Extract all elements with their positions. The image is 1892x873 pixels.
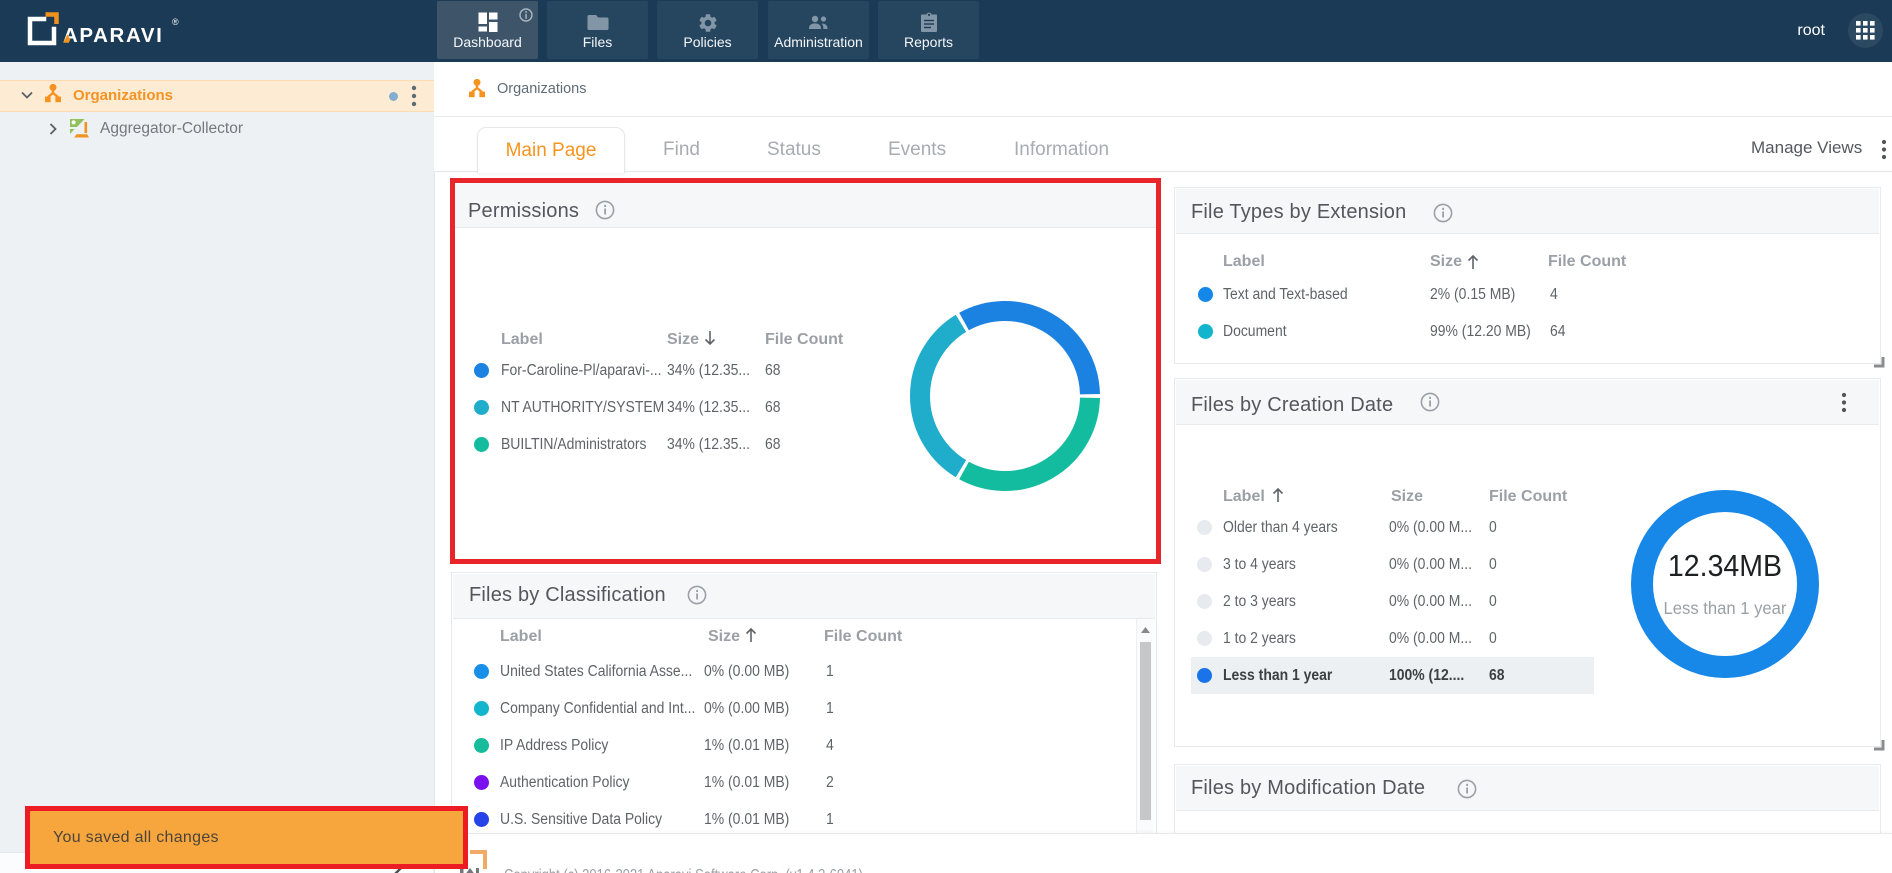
svg-text:®: ® xyxy=(172,17,179,27)
svg-text:APARAVI: APARAVI xyxy=(63,24,163,47)
